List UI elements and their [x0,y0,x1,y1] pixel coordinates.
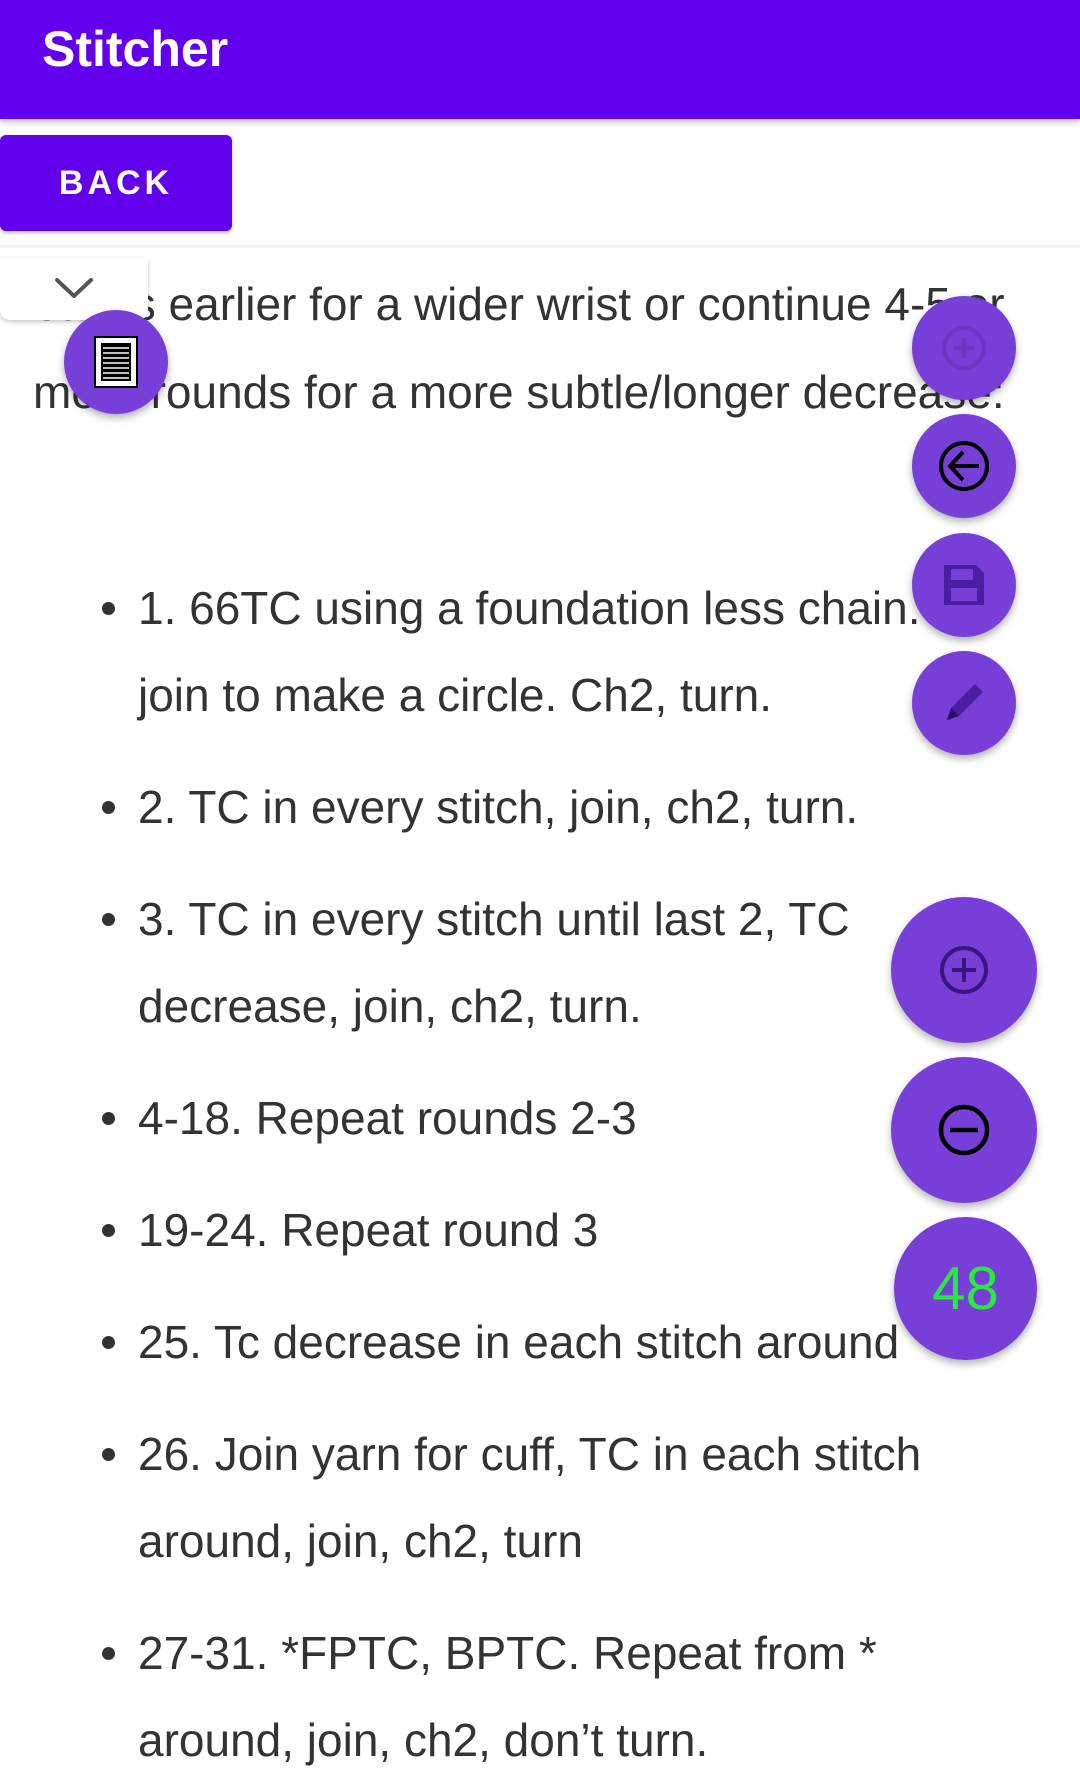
app-title: Stitcher [42,21,229,77]
app-bar: Stitcher [0,0,1080,119]
edit-button[interactable] [912,651,1016,755]
minus-circle-icon [938,1104,990,1156]
arrow-left-circle-icon [939,441,989,491]
save-icon [944,565,984,605]
pattern-step: 27-31. *FPTC, BPTC. Repeat from * around… [0,1610,1080,1779]
plus-circle-icon [940,946,988,994]
decrement-button[interactable] [891,1057,1037,1203]
document-button[interactable] [64,310,168,414]
back-button[interactable]: BACK [0,135,232,231]
toolbar: BACK [0,126,1080,246]
row-counter[interactable]: 48 [894,1217,1037,1360]
pattern-step: 26. Join yarn for cuff, TC in each stitc… [0,1411,1080,1585]
pattern-step: 2. TC in every stitch, join, ch2, turn. [0,764,1080,851]
pencil-icon [947,684,983,720]
previous-button[interactable] [912,414,1016,518]
plus-circle-icon [942,326,986,370]
save-button[interactable] [912,533,1016,637]
increment-button[interactable] [891,897,1037,1043]
zoom-in-button[interactable] [912,296,1016,400]
pattern-intro-text: eases earlier for a wider wrist or conti… [33,278,1005,418]
counter-value: 48 [932,1255,999,1322]
document-icon [94,336,138,388]
chevron-down-icon [55,278,93,298]
